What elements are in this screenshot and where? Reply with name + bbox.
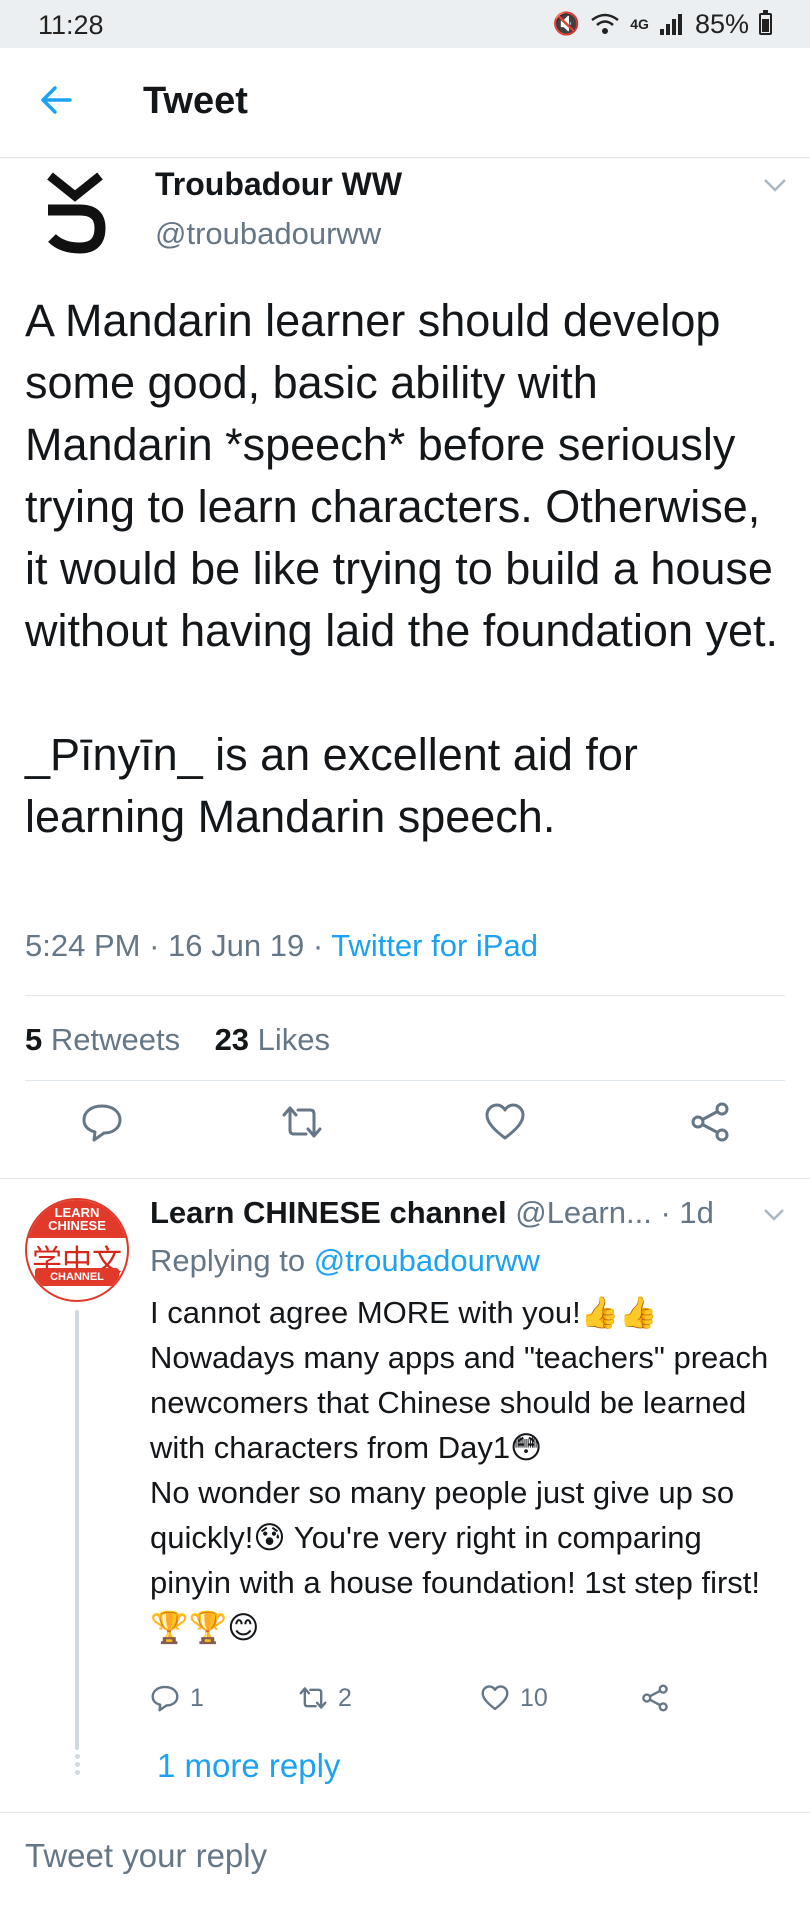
reply-reply-action[interactable]: 1 <box>150 1683 204 1713</box>
likes-label: Likes <box>257 1022 331 1057</box>
reply-input[interactable]: Tweet your reply <box>25 1837 267 1875</box>
battery-percent: 85% <box>694 8 749 39</box>
tweet-action-bar <box>0 1100 810 1160</box>
author-name[interactable]: Troubadour WW <box>155 166 402 203</box>
author-handle[interactable]: @troubadourww <box>155 216 381 252</box>
divider <box>25 1080 785 1081</box>
status-indicators: 🔇 4G 85% <box>553 9 772 39</box>
reply-share-action[interactable] <box>640 1683 670 1713</box>
avatar-text-bottom: CHANNEL <box>35 1268 119 1286</box>
chevron-down-icon[interactable] <box>762 1207 786 1223</box>
replying-to-label: Replying to <box>150 1243 306 1278</box>
status-bar: 11:28 🔇 4G 85% <box>0 0 810 48</box>
reply-retweet-action[interactable]: 2 <box>298 1683 352 1713</box>
share-icon[interactable] <box>688 1100 732 1144</box>
reply-icon[interactable] <box>80 1100 124 1144</box>
replying-to: Replying to @troubadourww <box>150 1243 540 1279</box>
tweet-date: 16 Jun 19 <box>168 928 305 963</box>
thread-dots <box>73 1752 81 1776</box>
divider <box>25 995 785 996</box>
reply-reply-count: 1 <box>190 1683 204 1712</box>
chevron-down-icon[interactable] <box>762 176 788 194</box>
avatar[interactable] <box>40 172 110 262</box>
mute-icon: 🔇 <box>552 11 581 36</box>
retweet-icon[interactable] <box>280 1100 324 1144</box>
reply-author-handle[interactable]: @Learn... <box>515 1195 652 1230</box>
app-header: Tweet <box>0 48 810 158</box>
retweets-stat[interactable]: 5 Retweets <box>25 1022 180 1057</box>
like-icon[interactable] <box>483 1100 527 1144</box>
reply-author-name[interactable]: Learn CHINESE channel <box>150 1195 507 1230</box>
tweet-text: A Mandarin learner should develop some g… <box>25 295 779 842</box>
reply-like-action[interactable]: 10 <box>480 1683 548 1713</box>
avatar-text-top: LEARN CHINESE <box>27 1200 127 1238</box>
reply-text: I cannot agree MORE with you!👍👍 Nowadays… <box>150 1295 769 1645</box>
reply-time: 1d <box>679 1195 714 1230</box>
signal-icon <box>659 14 682 35</box>
reply-header: Learn CHINESE channel @Learn... · 1d <box>150 1195 795 1231</box>
retweets-count: 5 <box>25 1022 43 1057</box>
wifi-icon <box>591 13 620 34</box>
reply-avatar[interactable]: LEARN CHINESE 学中文 CHANNEL <box>25 1198 129 1302</box>
page-title: Tweet <box>143 80 248 122</box>
reply-separator: · <box>660 1195 680 1230</box>
tweet-stats: 5 Retweets 23 Likes <box>25 1022 330 1058</box>
reply-like-count: 10 <box>520 1683 548 1712</box>
thread-line <box>75 1310 79 1750</box>
battery-icon <box>759 10 772 35</box>
retweets-label: Retweets <box>50 1022 181 1057</box>
meta-separator: · <box>149 928 169 963</box>
network-type: 4G <box>630 16 649 32</box>
share-icon <box>642 1684 668 1712</box>
arrow-left-icon[interactable] <box>36 80 76 120</box>
divider <box>0 1178 810 1179</box>
reply-icon <box>151 1685 179 1712</box>
meta-separator: · <box>312 928 332 963</box>
more-replies-link[interactable]: 1 more reply <box>157 1747 340 1785</box>
compose-bar[interactable]: Tweet your reply <box>0 1812 810 1909</box>
reply-action-bar: 1 2 10 <box>150 1683 790 1723</box>
replying-to-mention[interactable]: @troubadourww <box>314 1243 540 1278</box>
status-time: 11:28 <box>38 10 104 40</box>
like-icon <box>481 1685 509 1711</box>
likes-count: 23 <box>214 1022 250 1057</box>
retweet-icon <box>299 1687 327 1709</box>
tweet-source-link[interactable]: Twitter for iPad <box>331 928 538 963</box>
reply-retweet-count: 2 <box>338 1683 352 1712</box>
tweet-meta: 5:24 PM · 16 Jun 19 · Twitter for iPad <box>25 928 538 964</box>
tweet-time: 5:24 PM <box>25 928 141 963</box>
likes-stat[interactable]: 23 Likes <box>215 1022 330 1057</box>
